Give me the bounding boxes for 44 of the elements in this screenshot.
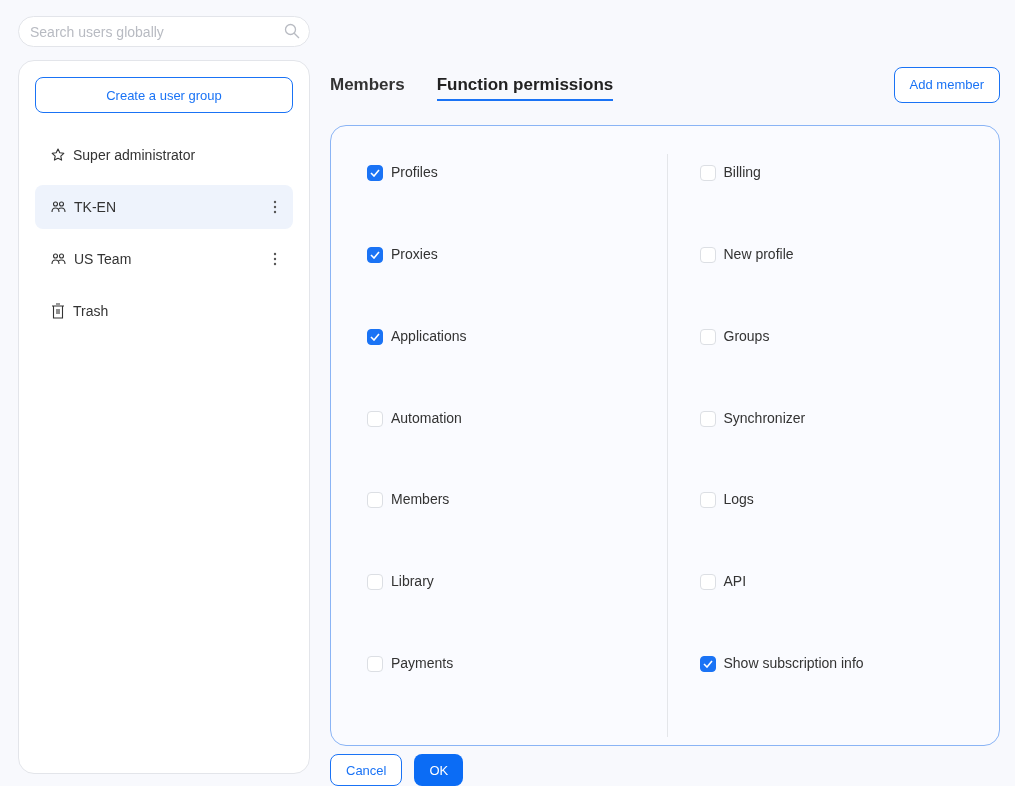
permission-label: API [723, 573, 747, 590]
add-member-button[interactable]: Add member [893, 66, 1000, 103]
sidebar-item[interactable]: Super administrator [35, 133, 293, 177]
permission-label: Billing [723, 164, 761, 180]
more-icon[interactable] [273, 200, 277, 214]
checkbox[interactable] [367, 246, 383, 263]
trash-icon [51, 303, 65, 319]
check-icon [370, 169, 380, 177]
permission-label: Members [391, 491, 450, 508]
permission-label: Library [391, 573, 434, 590]
check-icon [370, 250, 380, 259]
checkbox[interactable] [699, 656, 716, 673]
permission-label: New profile [723, 245, 794, 262]
sidebar-item[interactable]: US Team [35, 237, 293, 281]
permission-label: Show subscription info [723, 655, 864, 672]
check-icon [370, 332, 380, 341]
checkbox[interactable] [367, 165, 383, 181]
sidebar-item-label: TK-EN [74, 199, 117, 215]
permission-label: Profiles [391, 164, 438, 180]
permission-label: Applications [391, 327, 467, 344]
create-group-button[interactable]: Create a user group [35, 77, 293, 113]
sidebar-item[interactable]: Trash [35, 289, 293, 333]
permission-label: Proxies [391, 245, 438, 262]
permission-label: Automation [391, 409, 462, 426]
permission-label: Payments [391, 655, 454, 672]
users-icon [51, 253, 66, 265]
tab[interactable]: Function permissions [436, 68, 614, 101]
ok-button[interactable]: OK [414, 754, 464, 786]
sidebar-item[interactable]: TK-EN [35, 185, 293, 229]
permission-label: Logs [723, 491, 754, 508]
tab[interactable]: Members [330, 68, 405, 101]
more-icon[interactable] [273, 252, 277, 266]
sidebar-item-label: Super administrator [73, 147, 197, 163]
sidebar-item-label: US Team [74, 251, 133, 267]
check-icon [702, 660, 713, 669]
cancel-button[interactable]: Cancel [330, 754, 403, 786]
sidebar-item-label: Trash [73, 303, 110, 319]
search-field[interactable]: Search users globally [18, 16, 310, 47]
search-icon [284, 23, 300, 39]
permission-label: Groups [723, 327, 770, 344]
star-icon [51, 148, 65, 162]
permission-label: Synchronizer [723, 409, 806, 426]
checkbox[interactable] [367, 328, 383, 345]
users-icon [51, 201, 66, 213]
